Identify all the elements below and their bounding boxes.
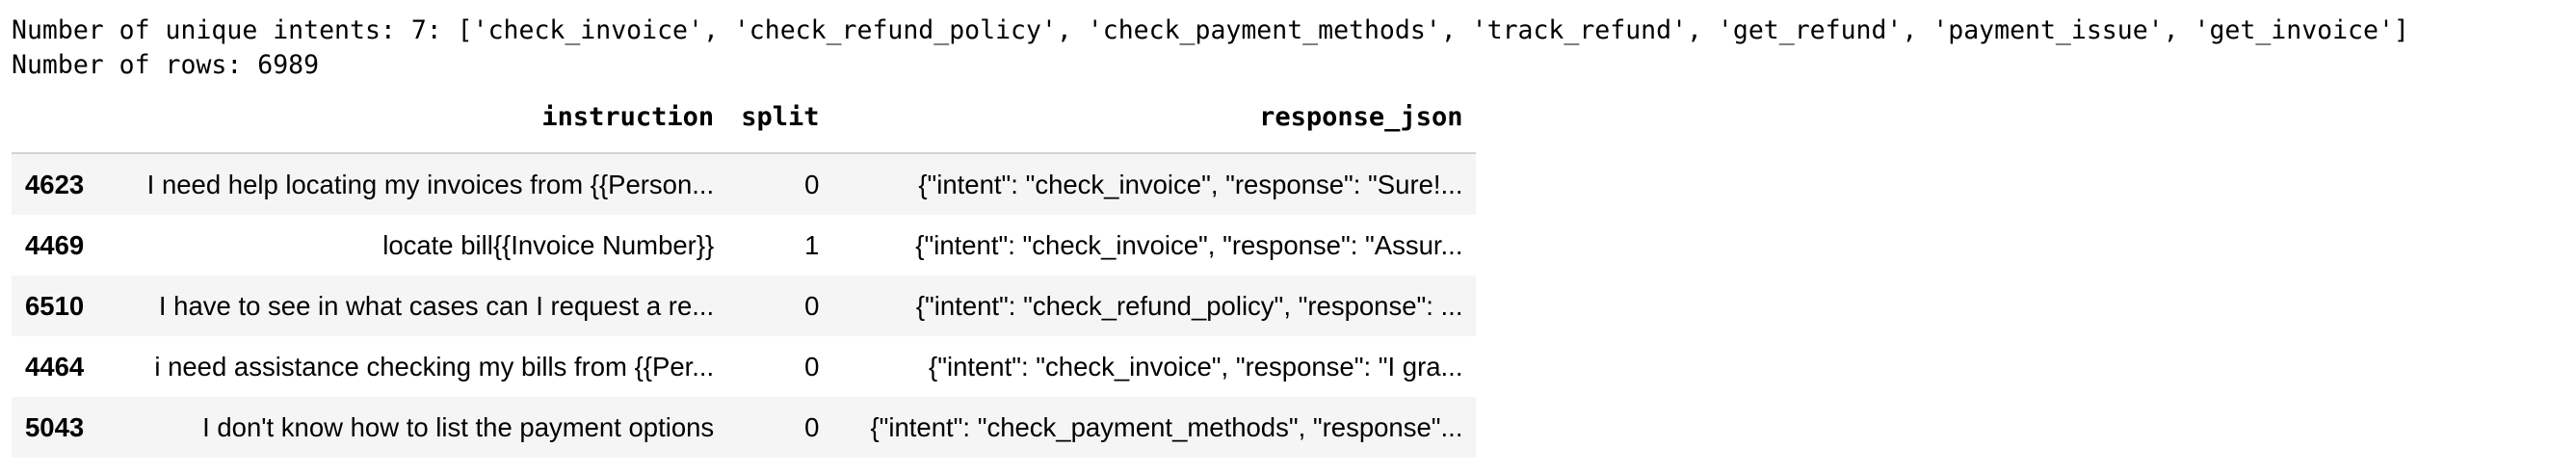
header-instruction: instruction: [103, 102, 728, 154]
cell-split: 0: [804, 411, 820, 442]
row-index: 4469: [25, 229, 85, 260]
cell-split: 0: [804, 290, 820, 321]
dataframe-body: 4623 I need help locating my invoices fr…: [12, 153, 1477, 458]
dataframe-header: instruction split response_json: [12, 102, 1477, 154]
table-row: 4469 locate bill{{Invoice Number}} 1 {"i…: [12, 215, 1477, 276]
dataframe-table: instruction split response_json 4623 I n…: [12, 102, 1477, 458]
table-row: 5043 I don't know how to list the paymen…: [12, 397, 1477, 458]
cell-instruction: i need assistance checking my bills from…: [154, 351, 715, 382]
cell-split: 0: [804, 169, 820, 199]
cell-response-json: {"intent": "check_invoice", "response": …: [929, 351, 1463, 382]
row-index: 6510: [25, 290, 85, 321]
header-split: split: [727, 102, 833, 154]
header-response-json: response_json: [832, 102, 1477, 154]
stdout-line-rows: Number of rows: 6989: [12, 50, 320, 80]
cell-response-json: {"intent": "check_refund_policy", "respo…: [915, 290, 1463, 321]
cell-instruction: I need help locating my invoices from {{…: [146, 169, 715, 199]
cell-instruction: locate bill{{Invoice Number}}: [382, 229, 715, 260]
cell-response-json: {"intent": "check_payment_methods", "res…: [870, 411, 1463, 442]
cell-response-json: {"intent": "check_invoice", "response": …: [915, 229, 1463, 260]
row-index: 4464: [25, 351, 85, 382]
cell-response-json: {"intent": "check_invoice", "response": …: [918, 169, 1463, 199]
cell-split: 0: [804, 351, 820, 382]
cell-output: Number of unique intents: 7: ['check_inv…: [12, 13, 2564, 458]
stdout-line-intents: Number of unique intents: 7: ['check_inv…: [12, 15, 2409, 45]
table-row: 4464 i need assistance checking my bills…: [12, 336, 1477, 397]
row-index: 4623: [25, 169, 85, 199]
table-row: 4623 I need help locating my invoices fr…: [12, 153, 1477, 215]
header-row: instruction split response_json: [12, 102, 1477, 154]
row-index: 5043: [25, 411, 85, 442]
header-index: [12, 102, 104, 154]
cell-instruction: I don't know how to list the payment opt…: [202, 411, 715, 442]
cell-instruction: I have to see in what cases can I reques…: [158, 290, 715, 321]
table-row: 6510 I have to see in what cases can I r…: [12, 276, 1477, 336]
cell-split: 1: [804, 229, 820, 260]
